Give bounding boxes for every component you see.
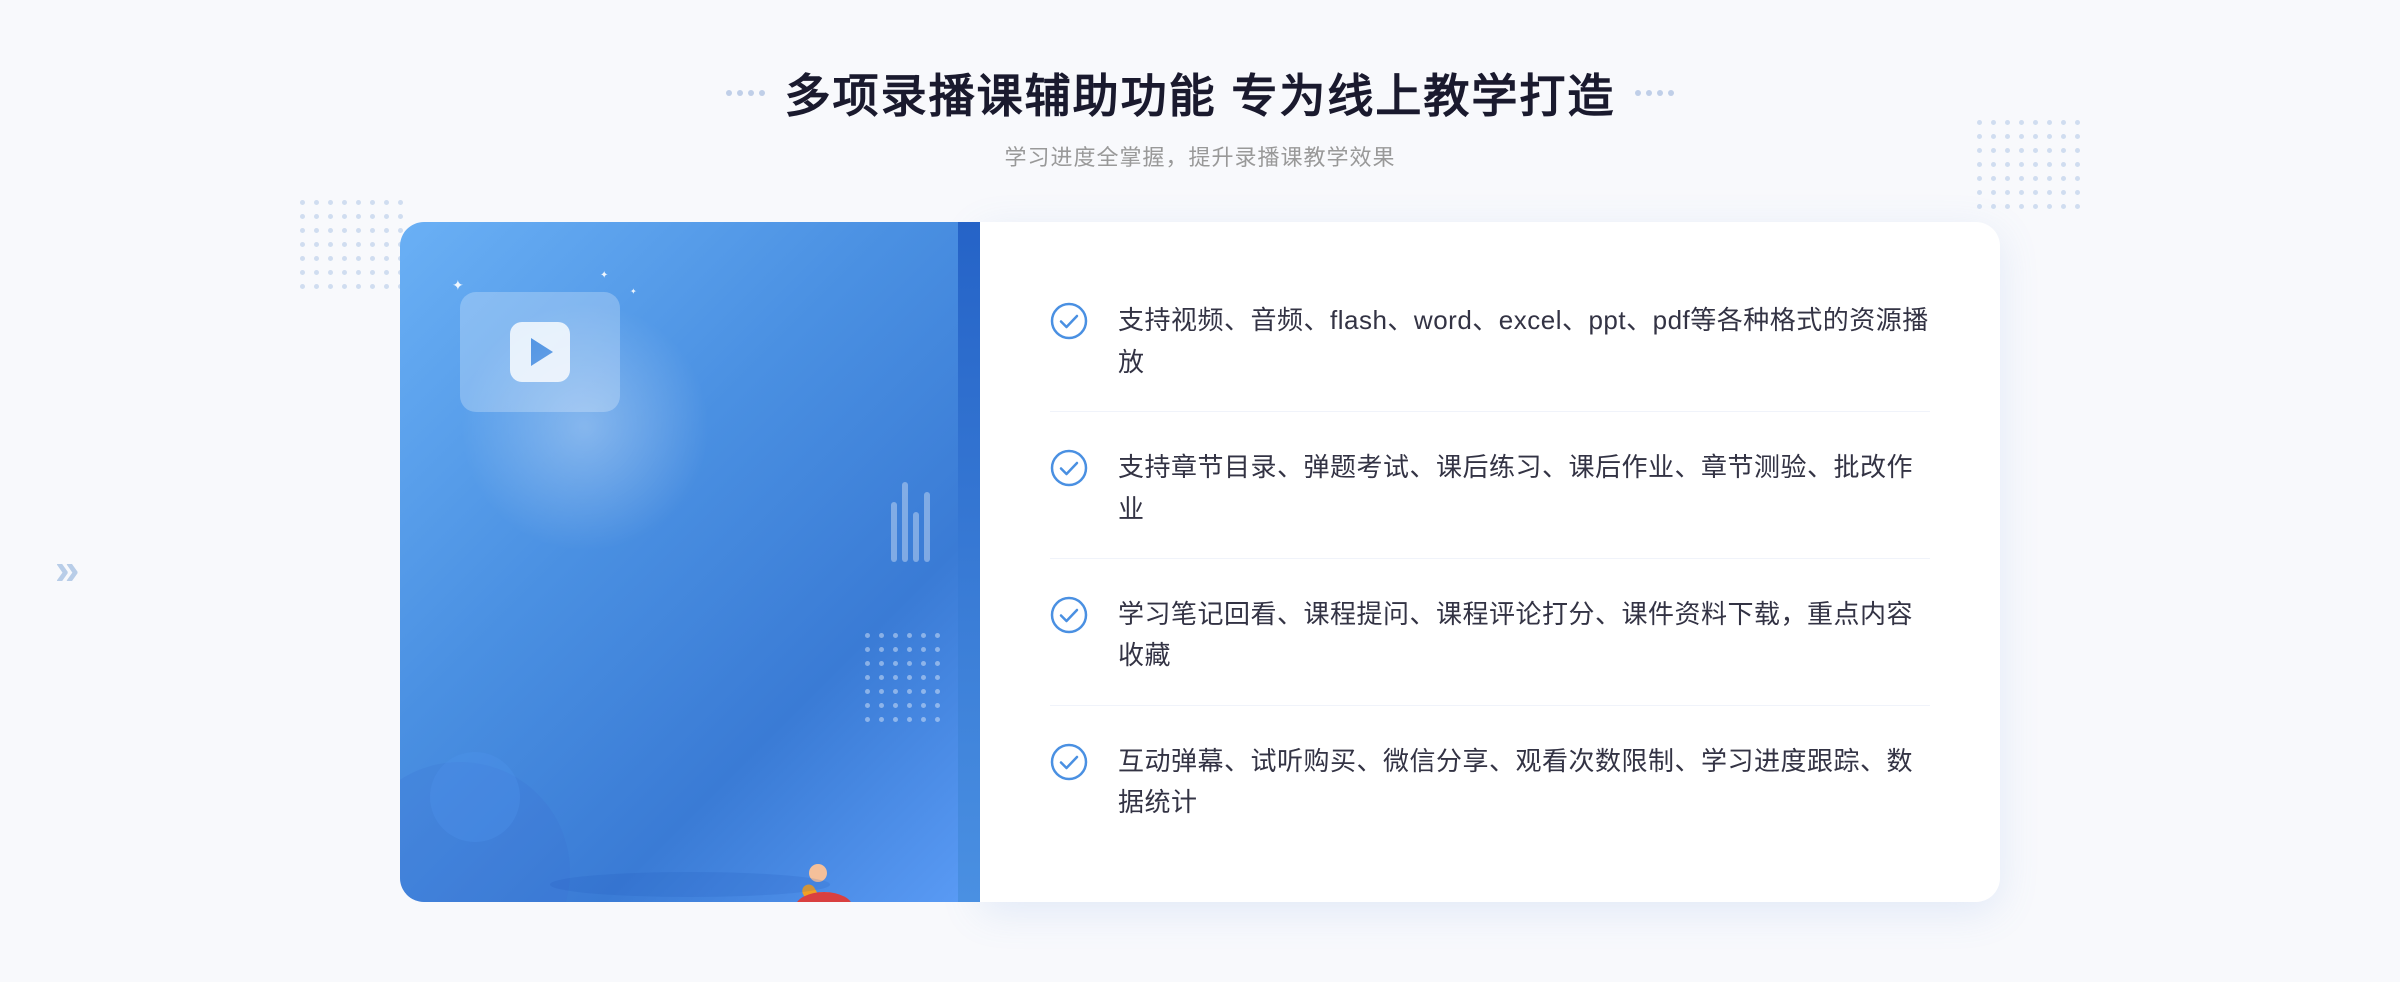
page-container: for(let i=0;i<56;i++) document.currentSc… [0,0,2400,982]
check-icon-2 [1050,449,1088,487]
feature-item-4: 互动弹幕、试听购买、微信分享、观看次数限制、学习进度跟踪、数据统计 [1050,713,1930,852]
feature-text-3: 学习笔记回看、课程提问、课程评论打分、课件资料下载，重点内容收藏 [1118,594,1930,677]
content-area: ✦ ✦ ✦ for(let i=0;i<42;i++) document.cur… [400,222,2000,902]
outer-dots-right: for(let i=0;i<56;i++) document.currentSc… [1977,120,2080,209]
feature-item-1: 支持视频、音频、flash、word、excel、ppt、pdf等各种格式的资源… [1050,272,1930,412]
illus-dot-grid: for(let i=0;i<42;i++) document.currentSc… [865,633,940,722]
check-icon-1 [1050,302,1088,340]
blue-accent-bar [958,222,980,902]
feature-text-4: 互动弹幕、试听购买、微信分享、观看次数限制、学习进度跟踪、数据统计 [1118,741,1930,824]
page-subtitle: 学习进度全掌握，提升录播课教学效果 [726,140,1675,172]
page-left-arrow: » [55,545,69,595]
title-dots-right [1635,90,1674,96]
star-icon-2: ✦ [600,270,608,281]
ground-shadow [550,872,830,897]
illustration-panel: ✦ ✦ ✦ for(let i=0;i<42;i++) document.cur… [400,222,980,902]
feature-item-2: 支持章节目录、弹题考试、课后练习、课后作业、章节测验、批改作业 [1050,419,1930,559]
decor-circle-small [430,752,520,842]
feature-text-2: 支持章节目录、弹题考试、课后练习、课后作业、章节测验、批改作业 [1118,447,1930,530]
page-title: 多项录播课辅助功能 专为线上教学打造 [785,60,1616,126]
star-icon-3: ✦ [630,287,637,296]
check-icon-4 [1050,743,1088,781]
title-row: 多项录播课辅助功能 专为线上教学打造 [726,60,1675,126]
title-dots-left [726,90,765,96]
header-section: 多项录播课辅助功能 专为线上教学打造 学习进度全掌握，提升录播课教学效果 [726,60,1675,172]
feature-text-1: 支持视频、音频、flash、word、excel、ppt、pdf等各种格式的资源… [1118,300,1930,383]
feature-item-3: 学习笔记回看、课程提问、课程评论打分、课件资料下载，重点内容收藏 [1050,566,1930,706]
light-beam [460,302,710,552]
outer-dots-left: for(let i=0;i<56;i++) document.currentSc… [300,200,403,289]
content-panel: 支持视频、音频、flash、word、excel、ppt、pdf等各种格式的资源… [980,222,2000,902]
check-icon-3 [1050,596,1088,634]
vert-bars-decor [891,482,930,562]
star-icon-1: ✦ [452,277,464,294]
